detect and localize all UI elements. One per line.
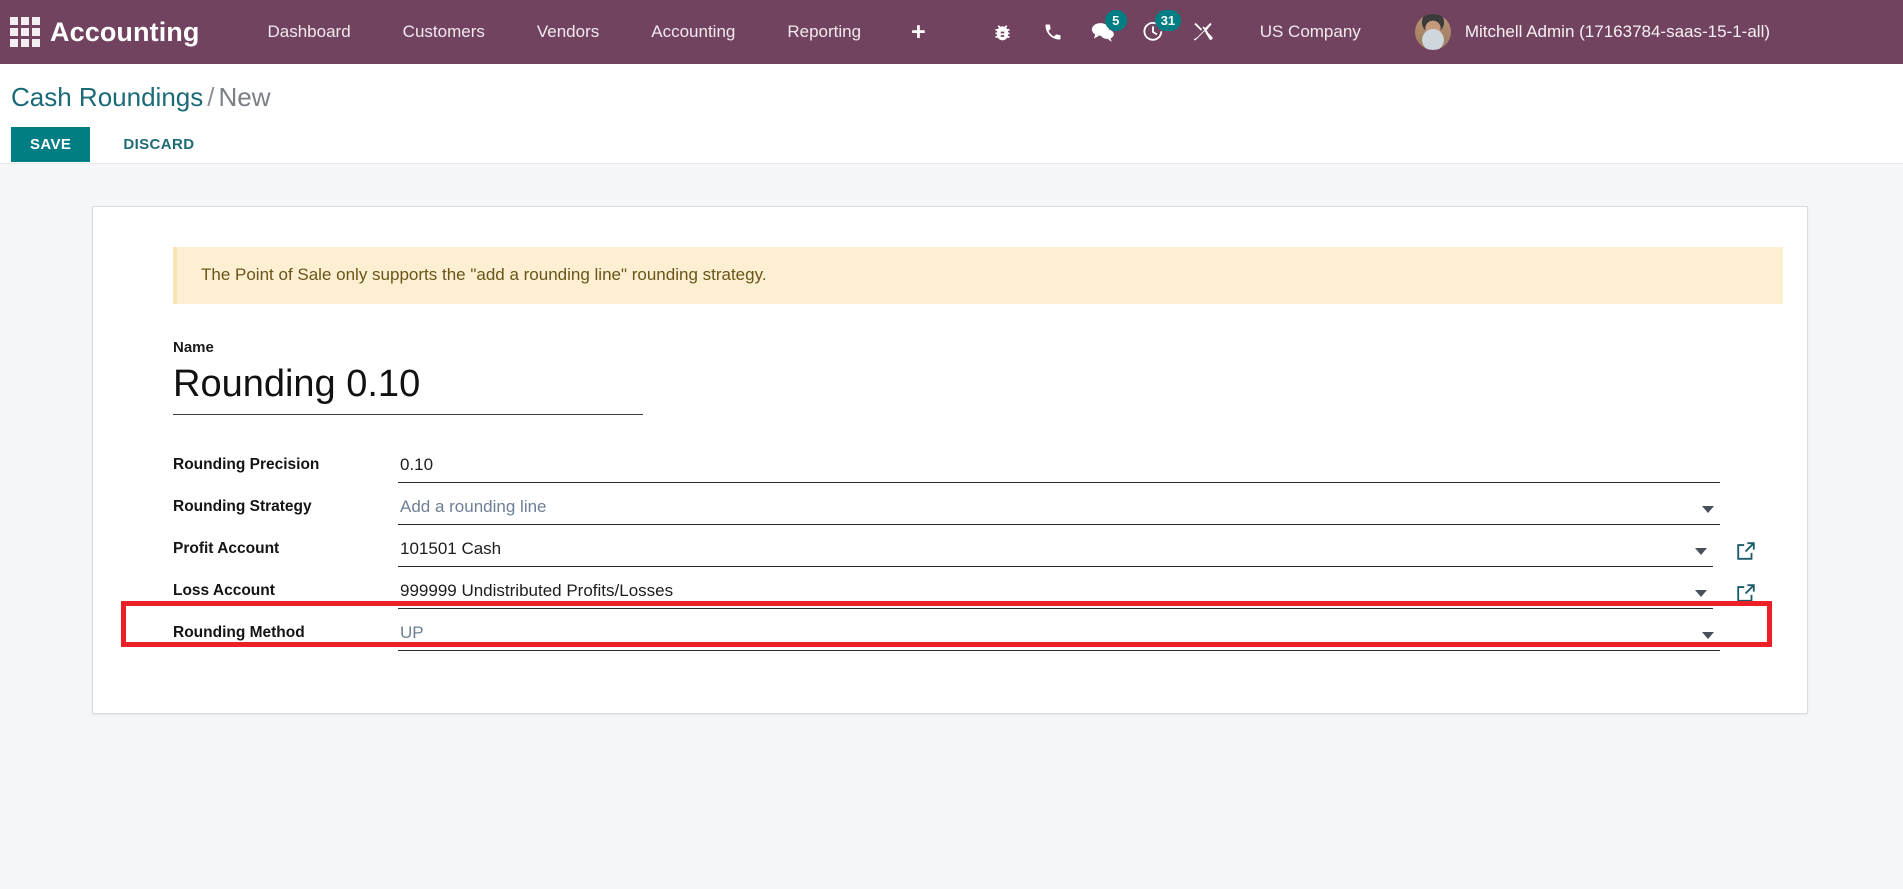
apps-grid-cell (32, 39, 40, 47)
chevron-down-icon[interactable] (1702, 506, 1714, 513)
menu-customers[interactable]: Customers (377, 0, 511, 64)
top-navbar: Accounting Dashboard Customers Vendors A… (0, 0, 1903, 64)
menu-accounting[interactable]: Accounting (625, 0, 761, 64)
apps-grid-cell (32, 28, 40, 36)
name-label: Name (173, 339, 214, 356)
loss-account-select[interactable]: 999999 Undistributed Profits/Losses (398, 575, 1713, 609)
chevron-down-icon[interactable] (1695, 590, 1707, 597)
apps-grid-cell (10, 17, 18, 25)
apps-grid-cell (32, 17, 40, 25)
profit-account-select[interactable]: 101501 Cash (398, 533, 1713, 567)
phone-icon[interactable] (1028, 0, 1078, 64)
value-rounding-precision: 0.10 (400, 455, 434, 474)
discard-button[interactable]: DISCARD (105, 127, 212, 162)
field-row-loss-account: Loss Account 999999 Undistributed Profit… (173, 567, 1757, 609)
avatar (1414, 14, 1451, 50)
messages-icon[interactable]: 5 (1078, 0, 1128, 64)
apps-grid-cell (21, 28, 29, 36)
label-loss-account: Loss Account (173, 582, 275, 599)
chevron-down-icon[interactable] (1695, 548, 1707, 555)
form-fields-grid: Rounding Precision 0.10 Rounding Strateg… (173, 441, 1757, 651)
field-row-rounding-strategy: Rounding Strategy Add a rounding line (173, 483, 1757, 525)
rounding-precision-input[interactable]: 0.10 (398, 449, 1720, 483)
label-rounding-strategy: Rounding Strategy (173, 498, 312, 515)
menu-plus-button[interactable]: + (887, 0, 950, 64)
pos-rounding-warning-alert: The Point of Sale only supports the "add… (173, 247, 1783, 304)
chevron-down-icon[interactable] (1702, 632, 1714, 639)
control-panel: Cash Roundings / New SAVE DISCARD (0, 64, 1903, 164)
apps-grid-cell (21, 17, 29, 25)
breadcrumb: Cash Roundings / New (0, 80, 1903, 114)
field-row-rounding-precision: Rounding Precision 0.10 (173, 441, 1757, 483)
user-name-label: Mitchell Admin (17163784-saas-15-1-all) (1464, 22, 1771, 41)
field-row-profit-account: Profit Account 101501 Cash (173, 525, 1757, 567)
company-switcher[interactable]: US Company (1228, 22, 1381, 42)
tools-wrench-icon[interactable] (1178, 0, 1228, 64)
form-sheet: The Point of Sale only supports the "add… (92, 206, 1808, 714)
menu-reporting[interactable]: Reporting (761, 0, 887, 64)
field-row-rounding-method: Rounding Method UP (173, 609, 1757, 651)
breadcrumb-separator: / (207, 82, 215, 112)
label-rounding-method: Rounding Method (173, 624, 305, 641)
breadcrumb-current: New (218, 82, 271, 112)
record-action-buttons: SAVE DISCARD (0, 114, 1903, 162)
external-link-icon[interactable] (1735, 540, 1757, 562)
apps-grid-icon[interactable] (8, 15, 42, 49)
label-rounding-precision: Rounding Precision (173, 456, 320, 473)
rounding-strategy-select[interactable]: Add a rounding line (398, 491, 1720, 525)
value-loss-account: 999999 Undistributed Profits/Losses (400, 581, 674, 600)
app-brand-title[interactable]: Accounting (50, 17, 200, 48)
label-profit-account: Profit Account (173, 540, 280, 557)
user-menu[interactable]: Mitchell Admin (17163784-saas-15-1-all) (1414, 14, 1771, 50)
menu-vendors[interactable]: Vendors (511, 0, 625, 64)
name-input[interactable] (173, 358, 643, 415)
main-menu: Dashboard Customers Vendors Accounting R… (242, 0, 950, 64)
sheet-container: The Point of Sale only supports the "add… (0, 164, 1903, 714)
activities-clock-icon[interactable]: 31 (1128, 0, 1182, 64)
value-profit-account: 101501 Cash (400, 539, 502, 558)
menu-dashboard[interactable]: Dashboard (242, 0, 377, 64)
save-button[interactable]: SAVE (11, 127, 91, 162)
apps-grid-cell (10, 28, 18, 36)
breadcrumb-cash-roundings[interactable]: Cash Roundings (11, 82, 203, 112)
messages-badge: 5 (1104, 10, 1127, 31)
value-rounding-method: UP (400, 623, 424, 642)
apps-grid-cell (10, 39, 18, 47)
apps-grid-cell (21, 39, 29, 47)
external-link-icon[interactable] (1735, 582, 1757, 604)
value-rounding-strategy: Add a rounding line (400, 497, 547, 516)
name-field-group: Name (173, 339, 1757, 415)
rounding-method-select[interactable]: UP (398, 617, 1720, 651)
bug-icon[interactable] (978, 0, 1028, 64)
systray: 5 31 (978, 0, 1228, 64)
